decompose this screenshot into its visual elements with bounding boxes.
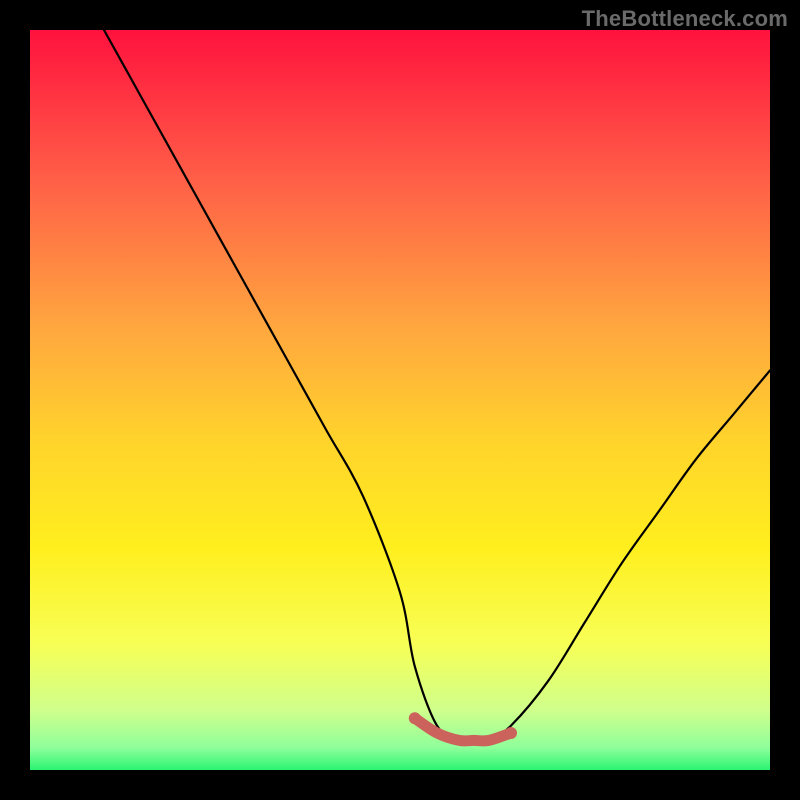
plot-area [30,30,770,770]
highlight-end-dot [505,727,517,739]
chart-frame: TheBottleneck.com [0,0,800,800]
watermark-text: TheBottleneck.com [582,6,788,32]
gradient-background [30,30,770,770]
highlight-start-dot [409,712,421,724]
chart-canvas [30,30,770,770]
